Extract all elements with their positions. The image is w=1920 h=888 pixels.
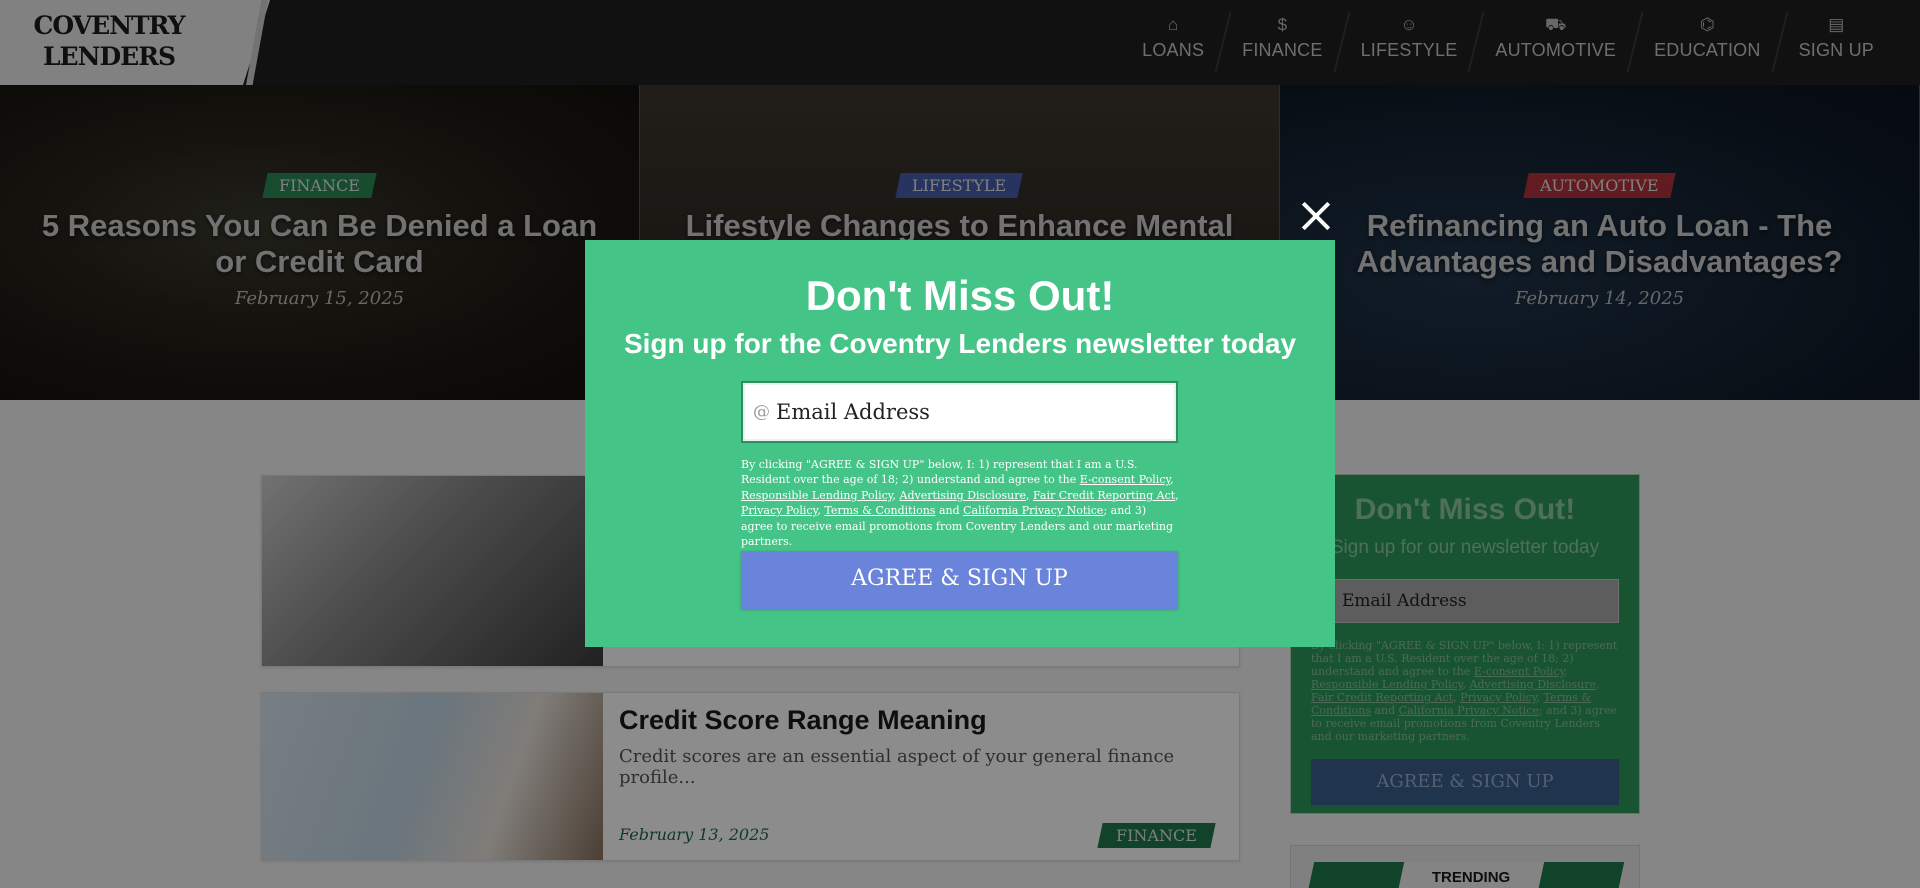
agree-signup-button[interactable]: AGREE & SIGN UP bbox=[741, 551, 1178, 609]
link-privacy-policy[interactable]: Privacy Policy bbox=[741, 504, 817, 517]
close-icon[interactable] bbox=[1296, 196, 1336, 236]
link-advertising-disclosure[interactable]: Advertising Disclosure bbox=[900, 489, 1026, 502]
modal-title: Don't Miss Out! bbox=[805, 272, 1115, 319]
email-input[interactable]: @ Email Address bbox=[741, 381, 1178, 443]
email-placeholder: Email Address bbox=[776, 400, 930, 424]
link-e-consent-policy[interactable]: E-consent Policy bbox=[1080, 473, 1171, 486]
link-fair-credit-reporting-act[interactable]: Fair Credit Reporting Act bbox=[1033, 489, 1175, 502]
newsletter-modal: Don't Miss Out! Sign up for the Coventry… bbox=[585, 240, 1335, 647]
terms-text: By clicking "AGREE & SIGN UP" below, I: … bbox=[741, 458, 1138, 487]
modal-terms: By clicking "AGREE & SIGN UP" below, I: … bbox=[741, 458, 1179, 549]
at-icon: @ bbox=[753, 402, 770, 422]
terms-and: and bbox=[935, 504, 964, 518]
link-california-privacy-notice[interactable]: California Privacy Notice bbox=[963, 504, 1103, 517]
link-terms-conditions[interactable]: Terms & Conditions bbox=[824, 504, 935, 517]
modal-subtitle: Sign up for the Coventry Lenders newslet… bbox=[623, 328, 1297, 359]
link-responsible-lending-policy[interactable]: Responsible Lending Policy bbox=[741, 489, 893, 502]
